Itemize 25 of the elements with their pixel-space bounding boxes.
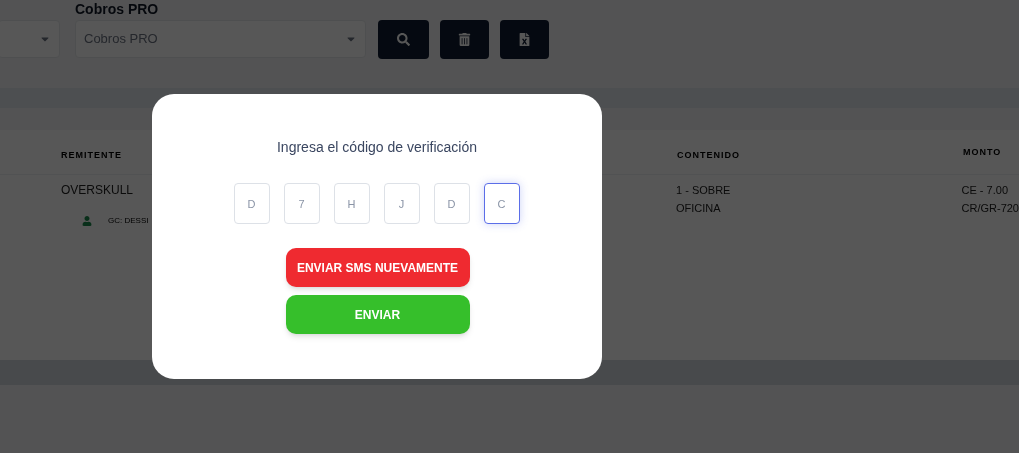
- select-field[interactable]: [0, 20, 60, 58]
- delete-button[interactable]: [440, 19, 489, 59]
- column-header: CONTENIDO: [677, 150, 740, 160]
- send-button[interactable]: ENVIAR: [285, 295, 470, 334]
- trash-icon: [458, 32, 471, 46]
- table-cell-text: OVERSKULL: [61, 182, 135, 199]
- spreadsheet-file-icon: [518, 32, 531, 46]
- code-digit-field[interactable]: D: [233, 183, 270, 224]
- code-digit-field[interactable]: J: [383, 183, 420, 224]
- resend-sms-button[interactable]: ENVIAR SMS NUEVAMENTE: [285, 248, 470, 287]
- excel-button[interactable]: [500, 19, 549, 59]
- code-digit-field[interactable]: D: [433, 183, 470, 224]
- table-cell-text: CE - 7.00 CR/GR-720: [961, 183, 1019, 216]
- code-digit-field[interactable]: 7: [283, 183, 320, 224]
- table-cell: GC: DESSI: [108, 215, 149, 227]
- code-digit-field[interactable]: C: [483, 183, 520, 224]
- column-header: MONTO: [963, 146, 1002, 160]
- search-button[interactable]: [378, 19, 429, 59]
- filter-label: Cobros PRO: [75, 1, 159, 17]
- person-icon: [82, 216, 92, 226]
- code-digit-field[interactable]: H: [333, 183, 370, 224]
- table-cell-text: 1 - SOBRE OFICINA: [676, 183, 732, 216]
- dialog-title: Ingresa el código de verificación: [277, 138, 477, 157]
- search-icon: [397, 32, 410, 46]
- column-header: REMITENTE: [61, 150, 122, 160]
